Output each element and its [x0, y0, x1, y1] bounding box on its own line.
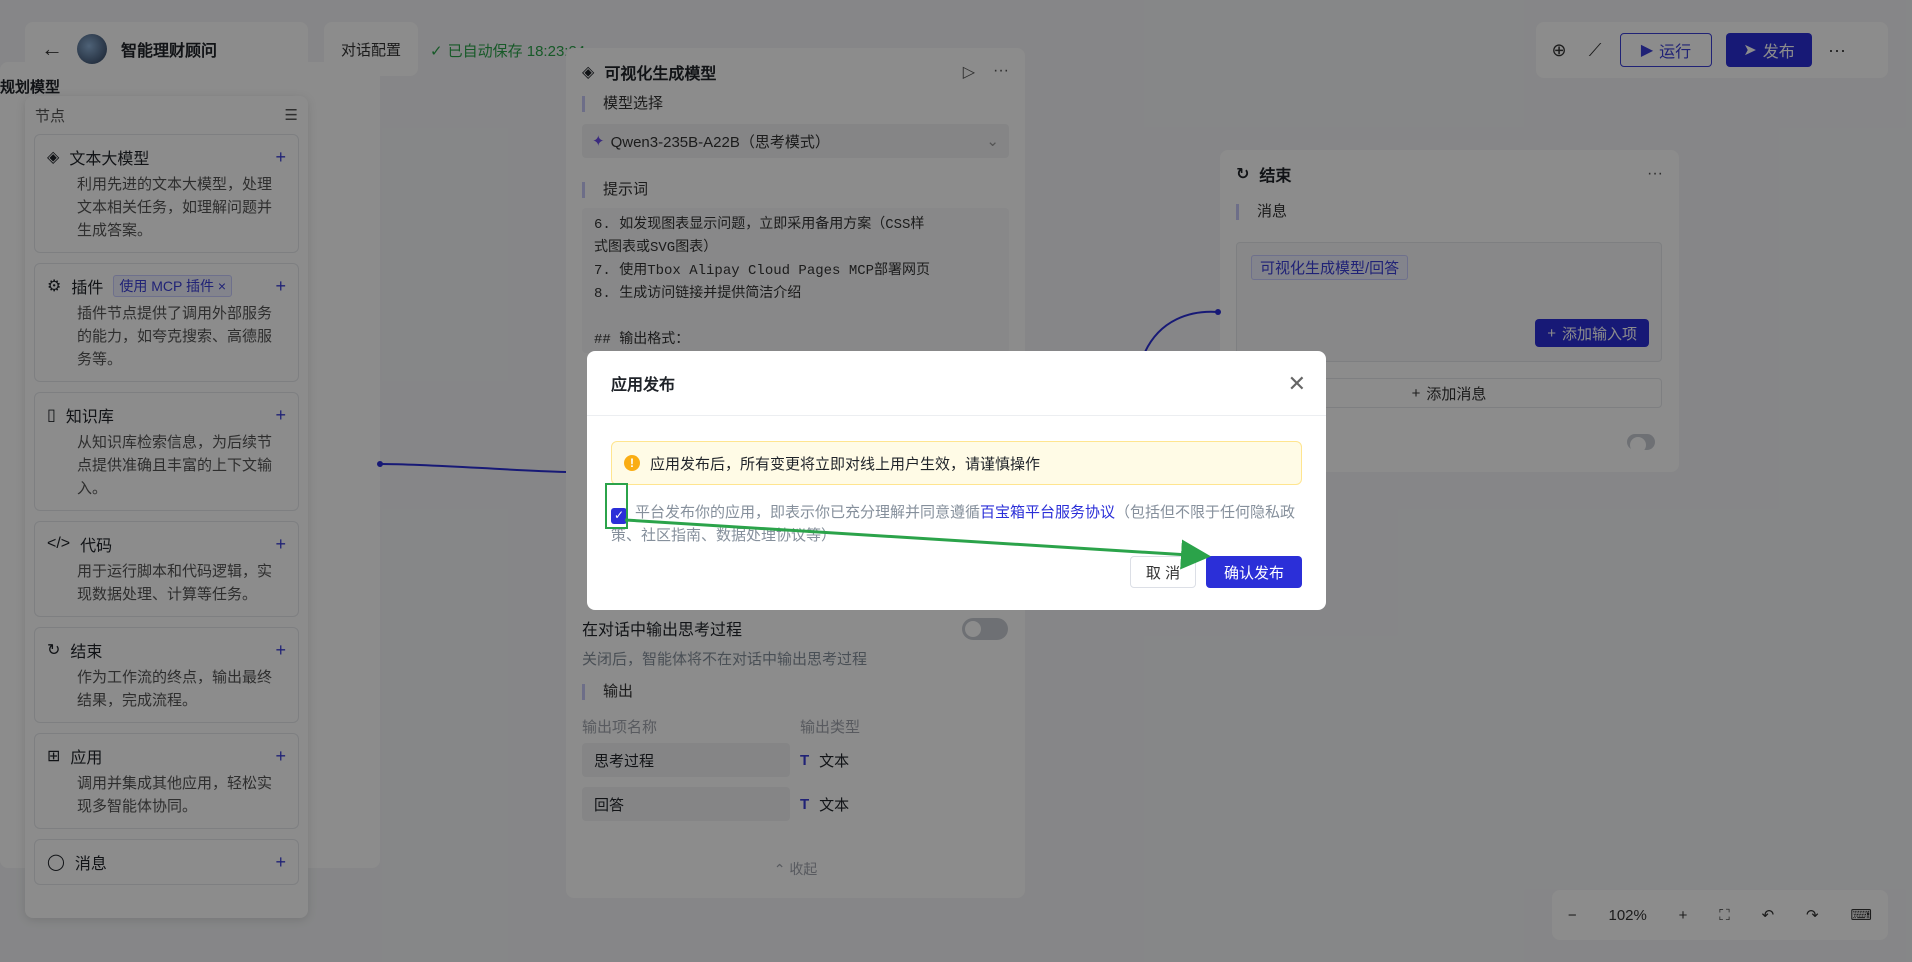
dialog-title: 应用发布: [611, 377, 676, 394]
dialog-header: 应用发布: [587, 351, 1326, 416]
agree-prefix: 平台发布你的应用，即表示你已充分理解并同意遵循: [635, 504, 981, 521]
service-agreement-link[interactable]: 百宝箱平台服务协议: [980, 504, 1115, 521]
agreement-text: ✓ 平台发布你的应用，即表示你已充分理解并同意遵循百宝箱平台服务协议（包括但不限于…: [611, 501, 1302, 547]
warning-alert: ! 应用发布后，所有变更将立即对线上用户生效，请谨慎操作: [611, 441, 1302, 485]
cancel-button[interactable]: 取 消: [1130, 556, 1196, 588]
publish-dialog: 应用发布 ✕ ! 应用发布后，所有变更将立即对线上用户生效，请谨慎操作 ✓ 平台发…: [587, 351, 1326, 610]
confirm-publish-button[interactable]: 确认发布: [1206, 556, 1302, 588]
close-icon[interactable]: ✕: [1288, 371, 1306, 397]
dialog-actions: 取 消 确认发布: [1130, 556, 1302, 588]
warning-icon: !: [624, 455, 640, 471]
warning-text: 应用发布后，所有变更将立即对线上用户生效，请谨慎操作: [650, 455, 1041, 473]
checkbox-highlight-box: [605, 483, 628, 529]
